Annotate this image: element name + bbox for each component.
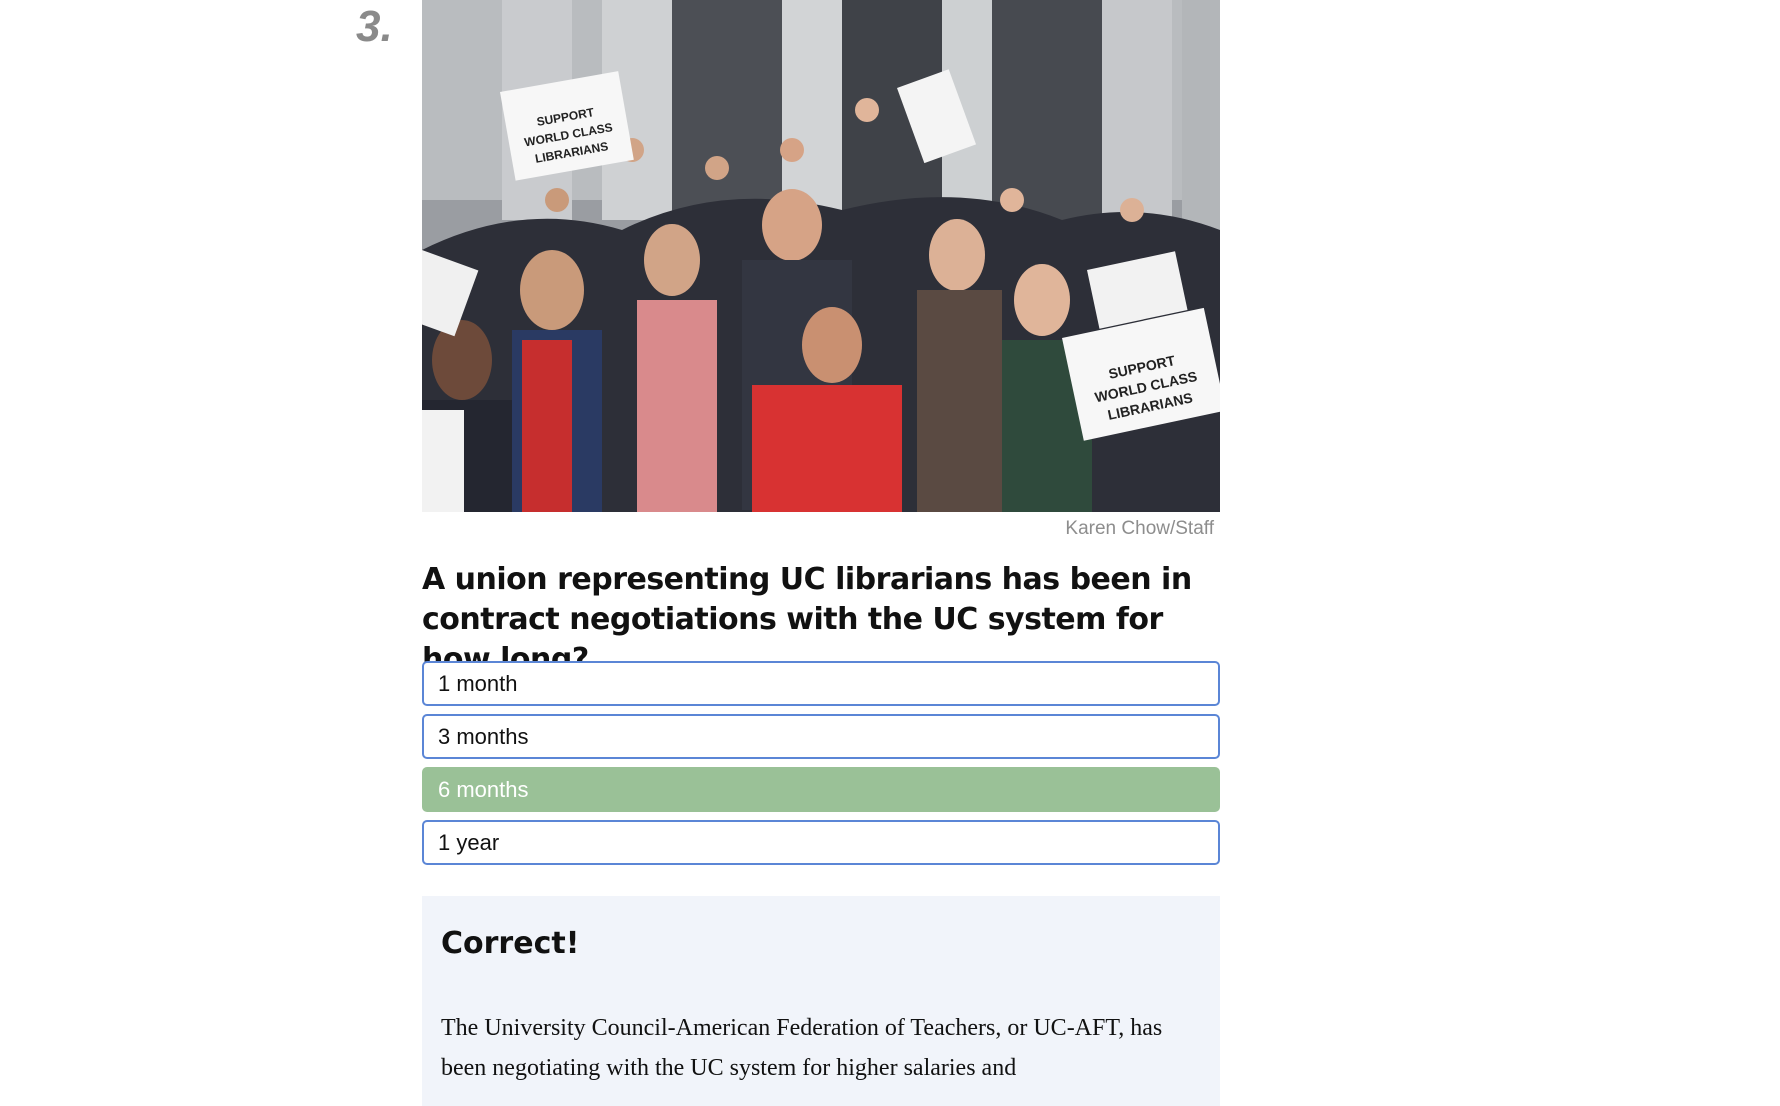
answer-option-1-month[interactable]: 1 month	[422, 661, 1220, 706]
photo-credit: Karen Chow/Staff	[1065, 518, 1214, 539]
feedback-body: The University Council-American Federati…	[441, 1015, 1163, 1081]
answer-option-3-months[interactable]: 3 months	[422, 714, 1220, 759]
protest-photo: SUPPORT WORLD CLASS LIBRARIANS SUPPORT W…	[422, 0, 1220, 512]
feedback-panel: Correct! The University Council-American…	[422, 896, 1220, 1106]
answer-option-6-months[interactable]: 6 months	[422, 767, 1220, 812]
question-number: 3.	[356, 2, 393, 51]
answer-option-1-year[interactable]: 1 year	[422, 820, 1220, 865]
feedback-title: Correct!	[441, 926, 580, 961]
answer-list: 1 month 3 months 6 months 1 year	[422, 661, 1220, 873]
